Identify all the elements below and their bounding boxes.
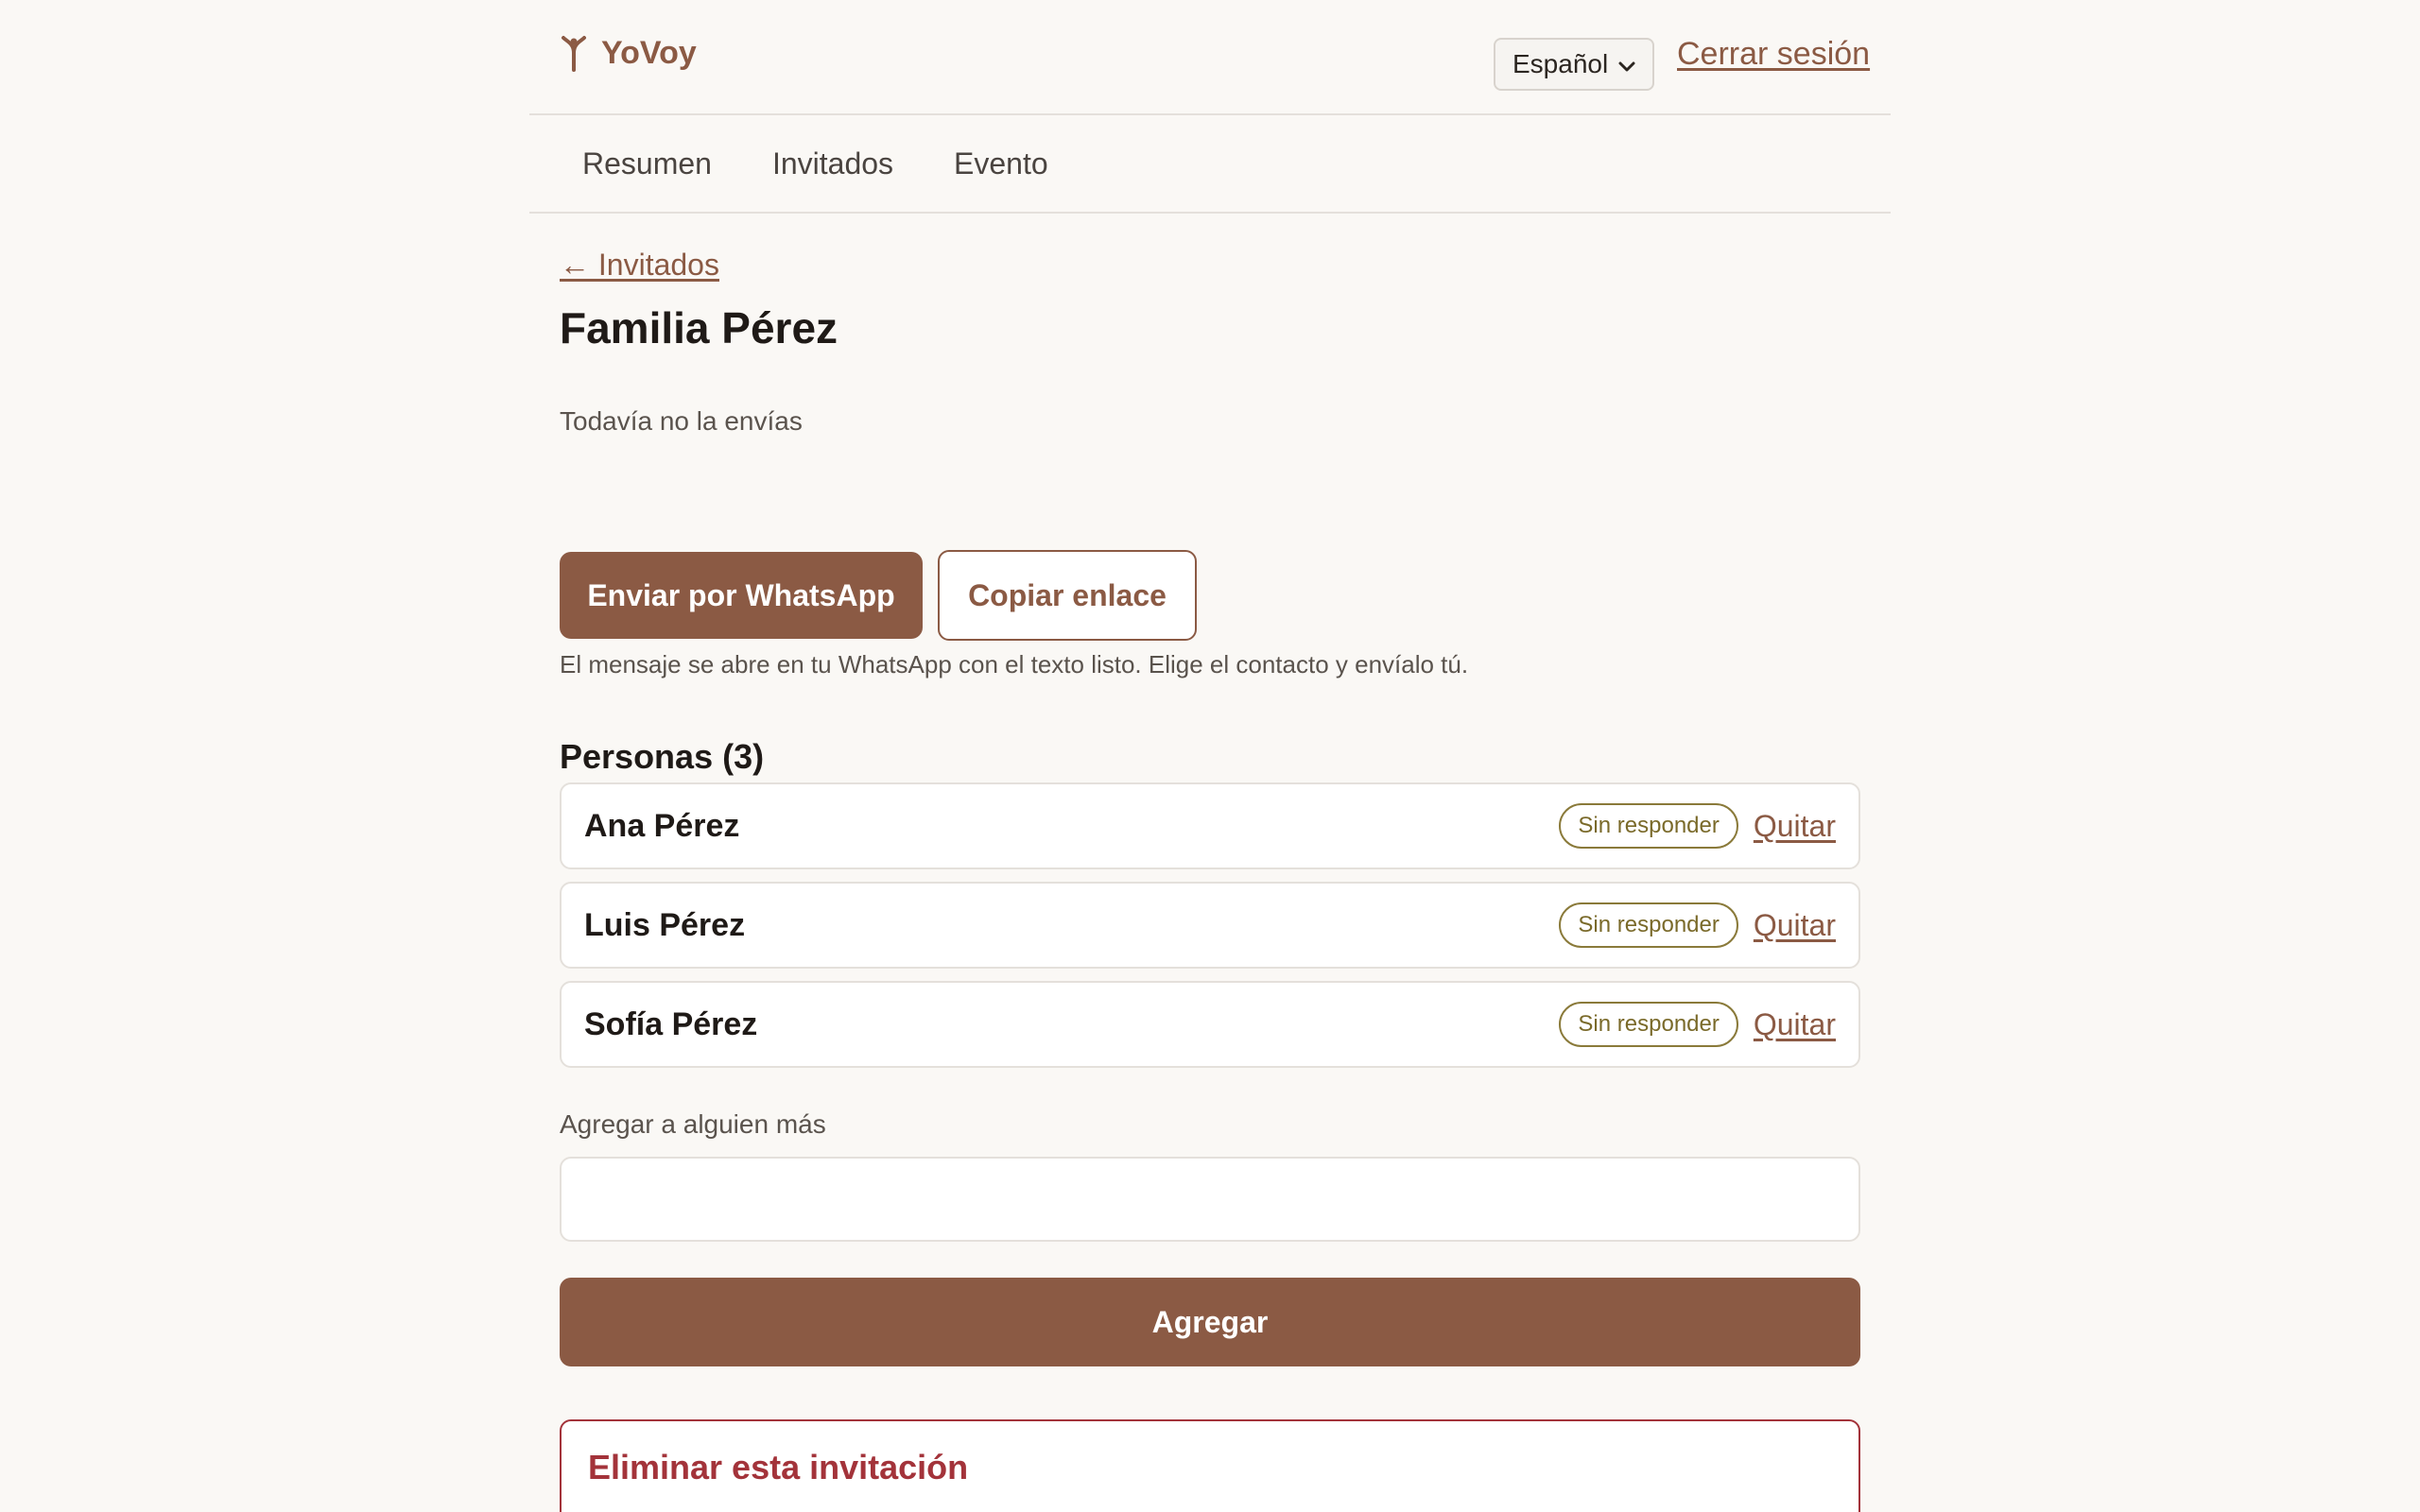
remove-person-link[interactable]: Quitar — [1754, 908, 1836, 943]
language-select[interactable]: Español — [1494, 38, 1654, 91]
whatsapp-hint: El mensaje se abre en tu WhatsApp con el… — [560, 650, 1469, 679]
page-title: Familia Pérez — [560, 303, 838, 352]
delete-invitation-section: Eliminar esta invitación — [560, 1419, 1860, 1512]
back-link[interactable]: ← Invitados — [560, 248, 719, 283]
tab-evento[interactable]: Evento — [954, 146, 1048, 181]
nav-tabs: Resumen Invitados Evento — [529, 115, 1891, 214]
send-whatsapp-button[interactable]: Enviar por WhatsApp — [560, 552, 923, 639]
copy-link-button[interactable]: Copiar enlace — [938, 550, 1197, 641]
remove-person-link[interactable]: Quitar — [1754, 1007, 1836, 1042]
people-list: Ana Pérez Sin responder Quitar Luis Pére… — [560, 782, 1860, 1080]
list-item: Luis Pérez Sin responder Quitar — [560, 882, 1860, 969]
chevron-down-icon — [1618, 49, 1635, 79]
page: YoVoy Español Cerrar sesión Resumen Invi… — [529, 0, 1891, 1512]
status-badge: Sin responder — [1559, 1002, 1738, 1047]
logout-link[interactable]: Cerrar sesión — [1677, 36, 1870, 73]
tab-invitados[interactable]: Invitados — [772, 146, 893, 181]
people-title: Personas (3) — [560, 737, 765, 776]
add-person-input[interactable] — [560, 1157, 1860, 1242]
brand-name: YoVoy — [601, 34, 697, 71]
person-name: Luis Pérez — [584, 906, 746, 943]
header: YoVoy Español Cerrar sesión — [529, 0, 1891, 115]
brand[interactable]: YoVoy — [560, 34, 697, 72]
status-badge: Sin responder — [1559, 902, 1738, 948]
delete-invitation-title: Eliminar esta invitación — [588, 1448, 969, 1486]
add-person-button[interactable]: Agregar — [560, 1278, 1860, 1366]
status-badge: Sin responder — [1559, 803, 1738, 849]
invitation-status: Todavía no la envías — [560, 406, 803, 436]
sprout-icon — [560, 34, 588, 72]
remove-person-link[interactable]: Quitar — [1754, 809, 1836, 844]
add-person-label: Agregar a alguien más — [560, 1109, 826, 1139]
language-select-value: Español — [1512, 49, 1609, 78]
tab-resumen[interactable]: Resumen — [582, 146, 712, 181]
person-name: Sofía Pérez — [584, 1005, 758, 1042]
person-name: Ana Pérez — [584, 807, 740, 844]
list-item: Sofía Pérez Sin responder Quitar — [560, 981, 1860, 1068]
list-item: Ana Pérez Sin responder Quitar — [560, 782, 1860, 869]
